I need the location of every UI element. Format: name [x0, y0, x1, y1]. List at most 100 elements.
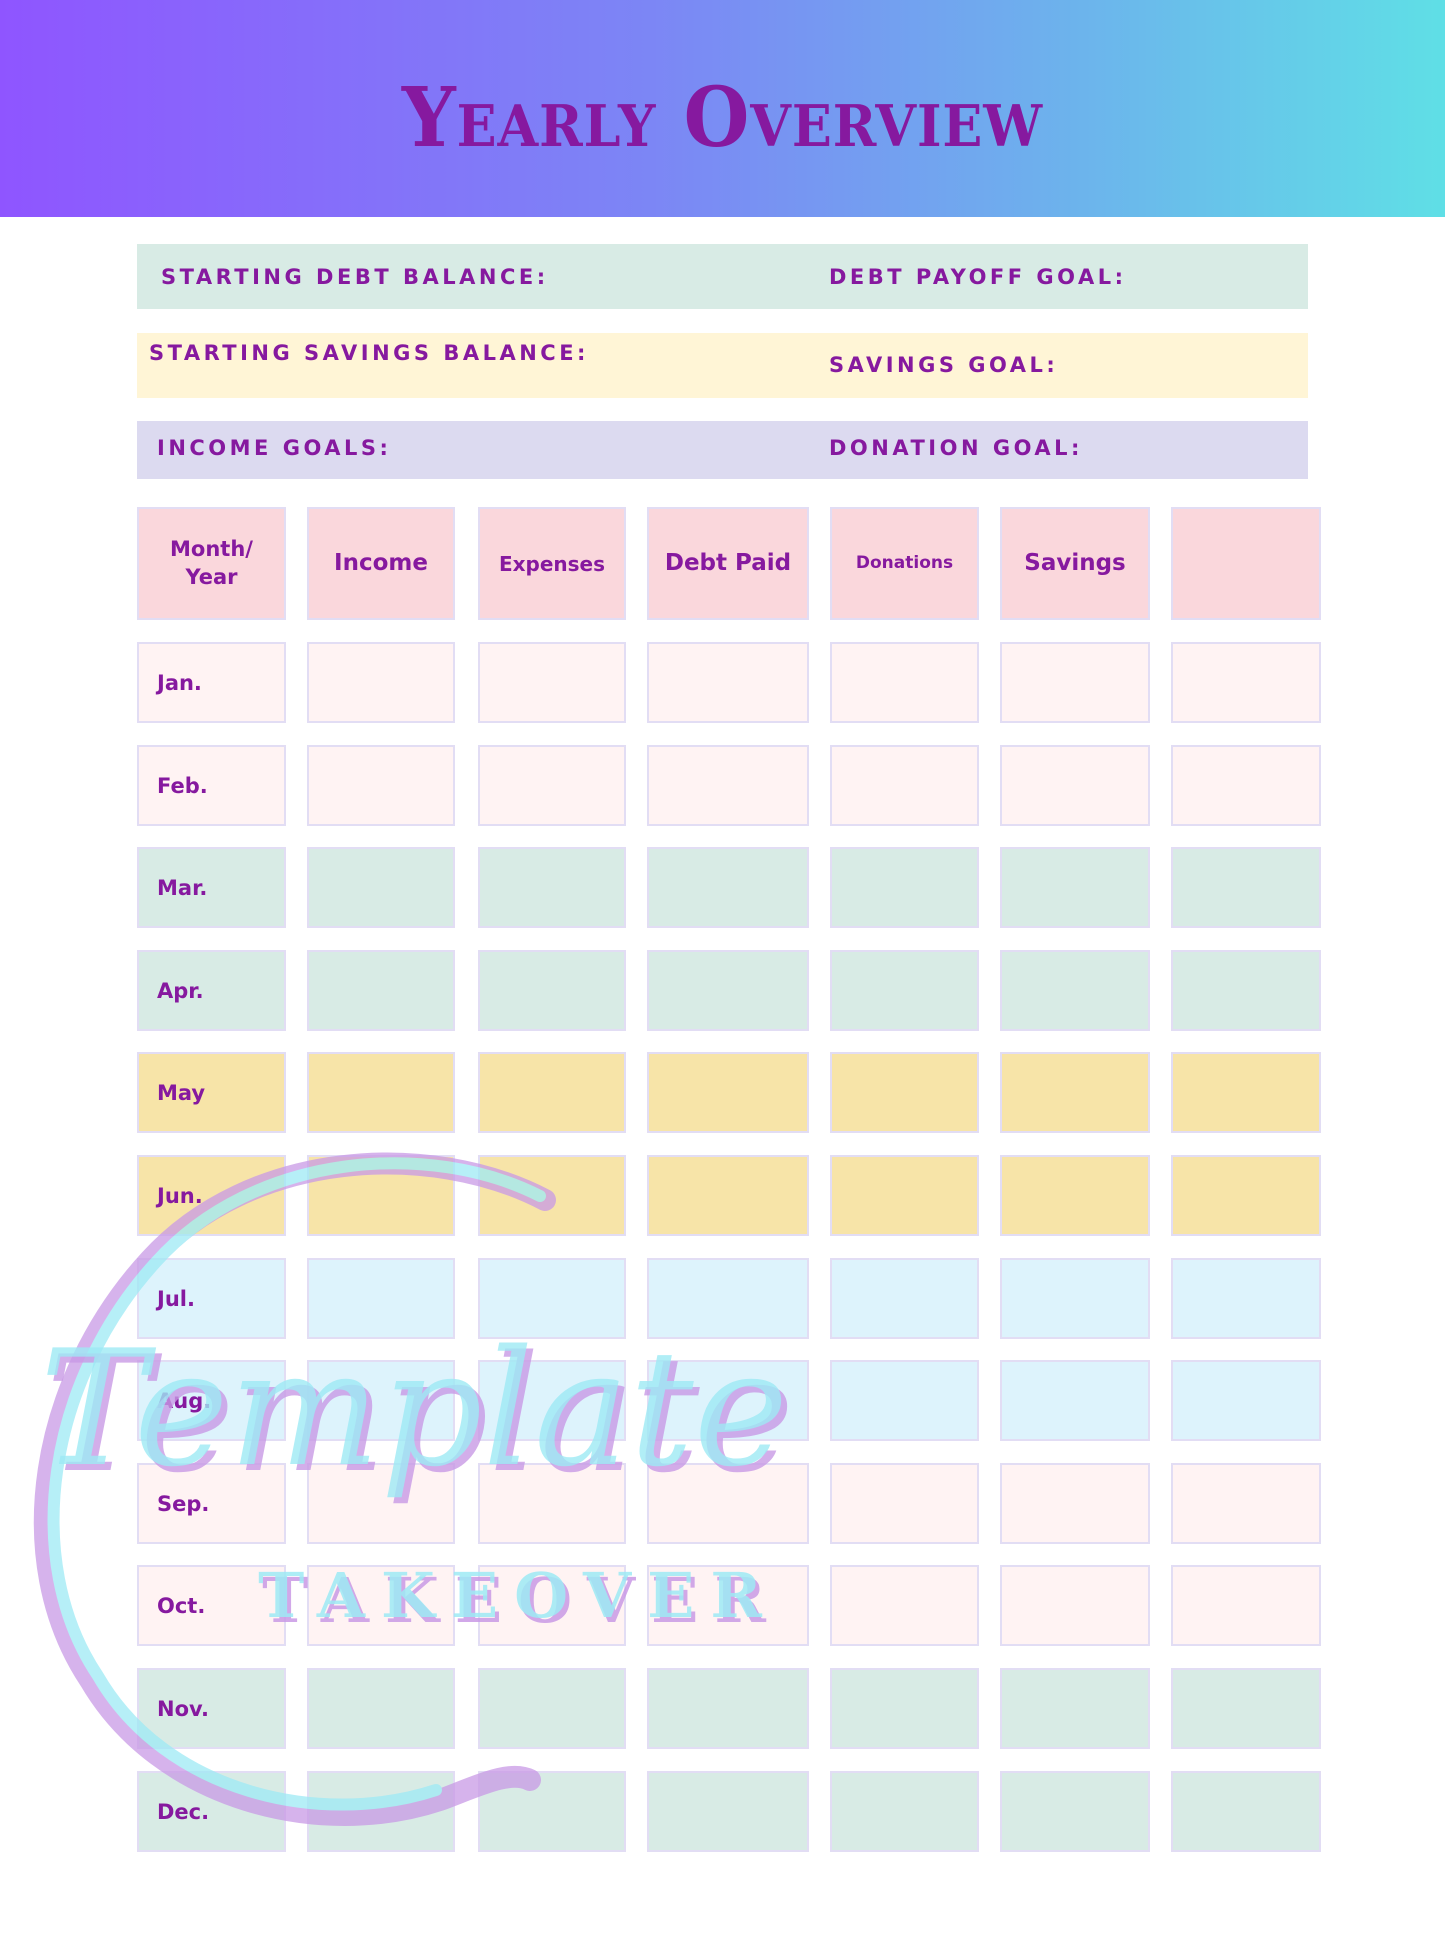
entry-cell[interactable]: [1171, 745, 1321, 826]
entry-cell[interactable]: [478, 745, 626, 826]
entry-cell[interactable]: [307, 1258, 455, 1339]
entry-cell[interactable]: [1171, 1258, 1321, 1339]
entry-cell[interactable]: [1171, 642, 1321, 723]
entry-cell[interactable]: [1171, 1360, 1321, 1441]
donation-goal-label: DONATION GOAL:: [829, 436, 1083, 460]
entry-cell[interactable]: [478, 1360, 626, 1441]
entry-cell[interactable]: [307, 1771, 455, 1852]
entry-cell[interactable]: [830, 1565, 979, 1646]
entry-cell[interactable]: [1000, 1258, 1150, 1339]
entry-cell[interactable]: [1171, 1771, 1321, 1852]
goal-row-savings: STARTING SAVINGS BALANCE: SAVINGS GOAL:: [137, 333, 1308, 398]
entry-cell[interactable]: [647, 1771, 809, 1852]
entry-cell[interactable]: [647, 1052, 809, 1133]
entry-cell[interactable]: [1000, 745, 1150, 826]
entry-cell[interactable]: [478, 642, 626, 723]
entry-cell[interactable]: [478, 950, 626, 1031]
entry-cell[interactable]: [830, 1155, 979, 1236]
entry-cell[interactable]: [307, 642, 455, 723]
debt-payoff-goal-label: DEBT PAYOFF GOAL:: [829, 265, 1127, 289]
entry-cell[interactable]: [830, 1052, 979, 1133]
entry-cell[interactable]: [307, 1668, 455, 1749]
entry-cell[interactable]: [1000, 1360, 1150, 1441]
month-label: Mar.: [137, 847, 286, 928]
entry-cell[interactable]: [478, 1565, 626, 1646]
entry-cell[interactable]: [830, 642, 979, 723]
starting-debt-balance-label: STARTING DEBT BALANCE:: [161, 265, 549, 289]
entry-cell[interactable]: [478, 1155, 626, 1236]
entry-cell[interactable]: [830, 1258, 979, 1339]
entry-cell[interactable]: [478, 1052, 626, 1133]
entry-cell[interactable]: [1000, 847, 1150, 928]
entry-cell[interactable]: [1000, 642, 1150, 723]
entry-cell[interactable]: [1000, 1668, 1150, 1749]
month-label: Nov.: [137, 1668, 286, 1749]
page-title: Yearly Overview: [401, 70, 1044, 166]
entry-cell[interactable]: [647, 1668, 809, 1749]
month-label: Sep.: [137, 1463, 286, 1544]
goal-row-income: INCOME GOALS: DONATION GOAL:: [137, 421, 1308, 479]
month-label: Aug.: [137, 1360, 286, 1441]
entry-cell[interactable]: [647, 642, 809, 723]
entry-cell[interactable]: [307, 1360, 455, 1441]
entry-cell[interactable]: [647, 1155, 809, 1236]
entry-cell[interactable]: [307, 1463, 455, 1544]
entry-cell[interactable]: [307, 1565, 455, 1646]
column-header-expenses: Expenses: [478, 507, 626, 620]
entry-cell[interactable]: [647, 1565, 809, 1646]
column-header-income: Income: [307, 507, 455, 620]
entry-cell[interactable]: [647, 950, 809, 1031]
entry-cell[interactable]: [830, 745, 979, 826]
entry-cell[interactable]: [1000, 1463, 1150, 1544]
entry-cell[interactable]: [307, 950, 455, 1031]
month-label: Feb.: [137, 745, 286, 826]
entry-cell[interactable]: [647, 1463, 809, 1544]
column-header-month-year: Month/Year: [137, 507, 286, 620]
savings-goal-label: SAVINGS GOAL:: [829, 353, 1059, 377]
month-label: May: [137, 1052, 286, 1133]
entry-cell[interactable]: [830, 1463, 979, 1544]
entry-cell[interactable]: [830, 950, 979, 1031]
month-label: Apr.: [137, 950, 286, 1031]
entry-cell[interactable]: [1000, 1155, 1150, 1236]
entry-cell[interactable]: [1000, 1565, 1150, 1646]
entry-cell[interactable]: [830, 1668, 979, 1749]
entry-cell[interactable]: [307, 745, 455, 826]
entry-cell[interactable]: [1171, 950, 1321, 1031]
entry-cell[interactable]: [478, 1668, 626, 1749]
entry-cell[interactable]: [1000, 950, 1150, 1031]
entry-cell[interactable]: [830, 847, 979, 928]
column-header-blank: [1171, 507, 1321, 620]
entry-cell[interactable]: [478, 1463, 626, 1544]
column-header-savings: Savings: [1000, 507, 1150, 620]
month-label: Dec.: [137, 1771, 286, 1852]
entry-cell[interactable]: [1171, 1052, 1321, 1133]
entry-cell[interactable]: [1000, 1052, 1150, 1133]
column-header-donations: Donations: [830, 507, 979, 620]
month-label: Jul.: [137, 1258, 286, 1339]
entry-cell[interactable]: [647, 847, 809, 928]
entry-cell[interactable]: [1000, 1771, 1150, 1852]
entry-cell[interactable]: [307, 1155, 455, 1236]
entry-cell[interactable]: [478, 1258, 626, 1339]
entry-cell[interactable]: [647, 745, 809, 826]
entry-cell[interactable]: [1171, 1668, 1321, 1749]
entry-cell[interactable]: [1171, 847, 1321, 928]
entry-cell[interactable]: [1171, 1565, 1321, 1646]
entry-cell[interactable]: [1171, 1155, 1321, 1236]
entry-cell[interactable]: [307, 1052, 455, 1133]
month-label: Jan.: [137, 642, 286, 723]
entry-cell[interactable]: [830, 1360, 979, 1441]
watermark-swoosh-icon: [33, 1152, 556, 1826]
entry-cell[interactable]: [478, 847, 626, 928]
starting-savings-balance-label: STARTING SAVINGS BALANCE:: [149, 341, 589, 365]
column-header-debt-paid: Debt Paid: [647, 507, 809, 620]
month-label: Oct.: [137, 1565, 286, 1646]
entry-cell[interactable]: [478, 1771, 626, 1852]
entry-cell[interactable]: [647, 1258, 809, 1339]
entry-cell[interactable]: [307, 847, 455, 928]
entry-cell[interactable]: [830, 1771, 979, 1852]
entry-cell[interactable]: [647, 1360, 809, 1441]
entry-cell[interactable]: [1171, 1463, 1321, 1544]
income-goals-label: INCOME GOALS:: [157, 436, 392, 460]
